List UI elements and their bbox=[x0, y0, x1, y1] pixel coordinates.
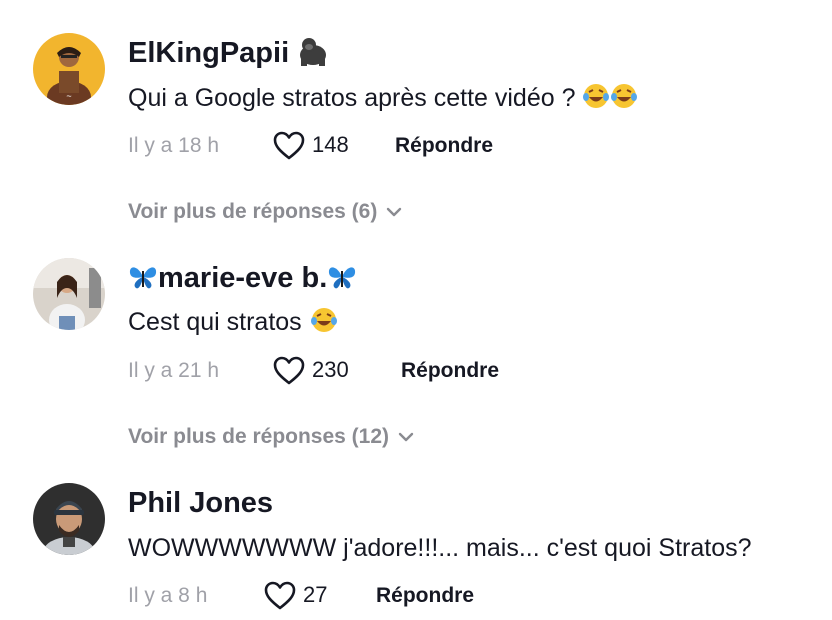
heart-icon bbox=[264, 581, 296, 610]
avatar[interactable] bbox=[33, 483, 105, 555]
username[interactable]: Phil Jones bbox=[128, 485, 273, 521]
reply-button[interactable]: Répondre bbox=[376, 579, 474, 613]
like-count: 27 bbox=[303, 582, 328, 607]
comment-item: Phil Jones WOWWWWWWW j'adore!!!... mais.… bbox=[0, 0, 832, 620]
timestamp: Il y a 8 h bbox=[128, 584, 208, 607]
comment-text: WOWWWWWWW j'adore!!!... mais... c'est qu… bbox=[128, 534, 752, 562]
comment-meta: Il y a 8 h 27 Répondre bbox=[128, 579, 828, 613]
user-avatar-image bbox=[33, 483, 105, 555]
